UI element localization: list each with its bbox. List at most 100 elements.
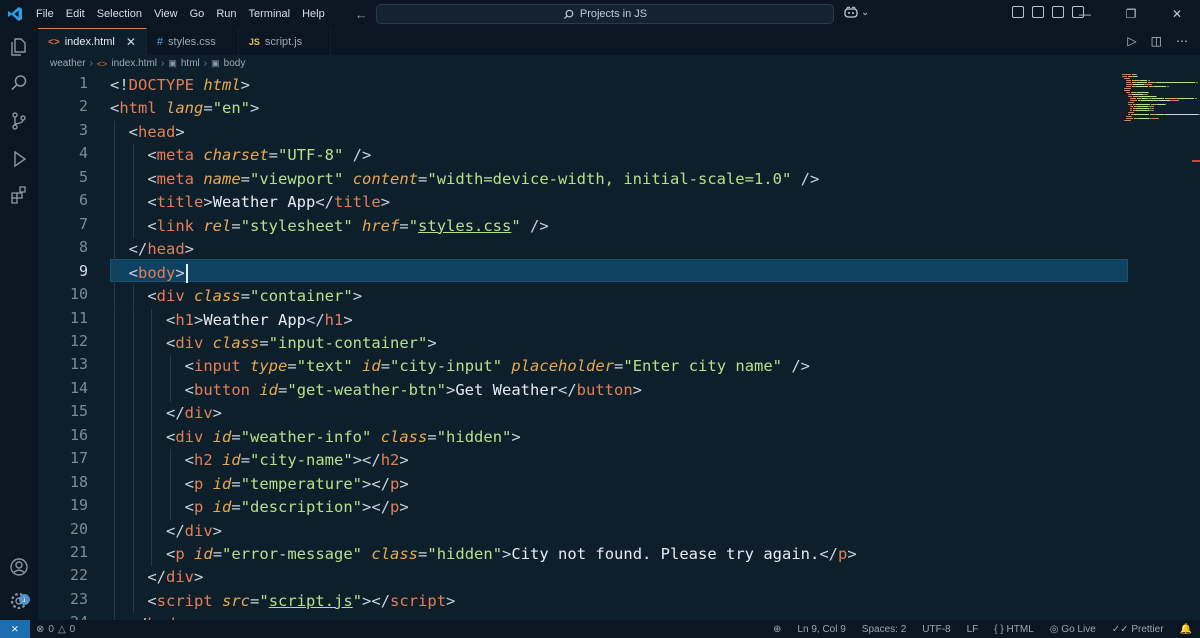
code-token: div: [184, 404, 213, 423]
explorer-icon[interactable]: [8, 36, 30, 58]
indent-guide: [132, 519, 134, 543]
customize-layout-icon[interactable]: [1012, 6, 1024, 18]
prettier-button[interactable]: ✓✓ Prettier: [1112, 624, 1164, 635]
code-token: h2: [380, 451, 400, 470]
search-sidebar-icon[interactable]: [8, 72, 30, 94]
notifications-bell-icon[interactable]: 🔔: [1180, 624, 1192, 635]
indent-guide: [151, 543, 153, 567]
menu-terminal[interactable]: Terminal: [243, 0, 297, 28]
code-token: DOCTYPE: [128, 76, 194, 94]
code-token: title: [156, 193, 204, 212]
menu-go[interactable]: Go: [184, 0, 211, 28]
extensions-icon[interactable]: [8, 184, 30, 206]
tab-styles-css[interactable]: # styles.css: [147, 28, 239, 55]
run-icon[interactable]: ▷: [1127, 34, 1136, 48]
code-editor[interactable]: 123456789101112131415161718192021222324 …: [38, 72, 1200, 620]
cursor-position[interactable]: Ln 9, Col 9: [797, 624, 845, 635]
code-token: =: [399, 216, 409, 235]
indent-guide: [132, 214, 134, 239]
minimap-line: [1139, 96, 1156, 97]
code-token: City not found. Please try again.: [511, 545, 820, 563]
more-actions-icon[interactable]: ⋯: [1176, 34, 1188, 48]
error-count: 0: [48, 623, 54, 635]
minimap-line: [1195, 98, 1197, 99]
code-token: >: [194, 568, 204, 587]
breadcrumb: weather › <> index.html › ▣ html › ▣ bod…: [38, 55, 1200, 72]
indent-guide: [151, 378, 153, 403]
language-mode[interactable]: { } HTML: [994, 624, 1033, 635]
minimap-line: [1127, 86, 1131, 87]
menu-file[interactable]: File: [30, 0, 60, 28]
code-line: <!DOCTYPE html>: [110, 74, 250, 97]
minimap-line: [1132, 94, 1143, 95]
line-number: 4: [78, 144, 88, 163]
code-token: =: [380, 357, 391, 376]
close-tab-icon[interactable]: ✕: [126, 35, 136, 49]
menu-edit[interactable]: Edit: [60, 0, 91, 28]
minimap-line: [1153, 108, 1154, 109]
indent-guide: [114, 261, 115, 286]
tab-index-html[interactable]: <> index.html ✕: [38, 28, 147, 55]
back-arrow-icon[interactable]: ←: [355, 7, 368, 22]
line-number: 23: [69, 589, 88, 608]
split-editor-icon[interactable]: ◫: [1151, 34, 1162, 48]
source-control-icon[interactable]: [8, 110, 30, 132]
breadcrumb-folder[interactable]: weather: [50, 58, 86, 69]
indent-guide: [114, 331, 115, 356]
restore-icon[interactable]: ❐: [1108, 0, 1154, 28]
breadcrumb-body[interactable]: body: [224, 58, 246, 69]
zoom-icon[interactable]: ⊕: [773, 624, 781, 635]
remote-indicator-icon[interactable]: ⨯: [0, 620, 30, 638]
indent-guide: [151, 308, 153, 332]
indent-guide: [114, 308, 115, 332]
text-cursor: [185, 263, 188, 283]
minimap-line: [1136, 110, 1149, 111]
title-bar: File Edit Selection View Go Run Terminal…: [0, 0, 1200, 28]
code-token: "city-name": [250, 451, 353, 470]
code-token: >: [212, 521, 222, 540]
minimap-line: [1140, 80, 1147, 81]
breadcrumb-html[interactable]: html: [181, 58, 200, 69]
close-icon[interactable]: ✕: [1154, 0, 1200, 28]
minimap-line: [1130, 120, 1131, 121]
menu-bar: File Edit Selection View Go Run Terminal…: [30, 0, 331, 28]
tab-label: styles.css: [168, 35, 216, 48]
code-token: >: [203, 193, 213, 212]
settings-gear-icon[interactable]: [8, 590, 30, 612]
accounts-icon[interactable]: [8, 556, 30, 578]
code-token: rel: [203, 216, 232, 235]
go-live-button[interactable]: ◎ Go Live: [1050, 624, 1096, 635]
indentation[interactable]: Spaces: 2: [862, 624, 906, 635]
copilot-button[interactable]: ⌄: [843, 6, 869, 19]
minimap[interactable]: [1116, 72, 1200, 620]
tab-script-js[interactable]: JS script.js: [239, 28, 331, 55]
toggle-primary-sidebar-icon[interactable]: [1032, 6, 1044, 18]
minimap-line: [1131, 116, 1132, 117]
code-token: =: [250, 591, 260, 610]
line-number: 10: [69, 285, 88, 304]
menu-selection[interactable]: Selection: [91, 0, 148, 28]
code-token: "UTF-8": [278, 146, 344, 165]
code-token: =: [259, 333, 269, 352]
minimize-icon[interactable]: —: [1062, 0, 1108, 28]
problems-indicator[interactable]: ⊗ 0 △ 0: [36, 624, 75, 635]
menu-run[interactable]: Run: [210, 0, 242, 28]
encoding[interactable]: UTF-8: [922, 624, 950, 635]
menu-view[interactable]: View: [148, 0, 184, 28]
code-token: div: [156, 287, 185, 306]
breadcrumb-file[interactable]: index.html: [111, 58, 157, 69]
code-token: </: [110, 240, 148, 259]
code-token: "stylesheet": [240, 216, 353, 235]
go-live-label: Go Live: [1061, 623, 1096, 635]
code-token: "width=device-width, initial-scale=1.0": [427, 169, 792, 188]
line-ending[interactable]: LF: [967, 624, 979, 635]
command-center-search[interactable]: Projects in JS: [376, 4, 834, 24]
run-debug-icon[interactable]: [8, 148, 30, 170]
code-token: lang: [166, 99, 204, 118]
code-token: ></: [362, 498, 391, 517]
code-area[interactable]: <!DOCTYPE html> <html lang="en"> <head> <…: [110, 72, 1116, 620]
menu-help[interactable]: Help: [296, 0, 331, 28]
code-line: <p id="error-message" class="hidden">Cit…: [110, 543, 857, 566]
